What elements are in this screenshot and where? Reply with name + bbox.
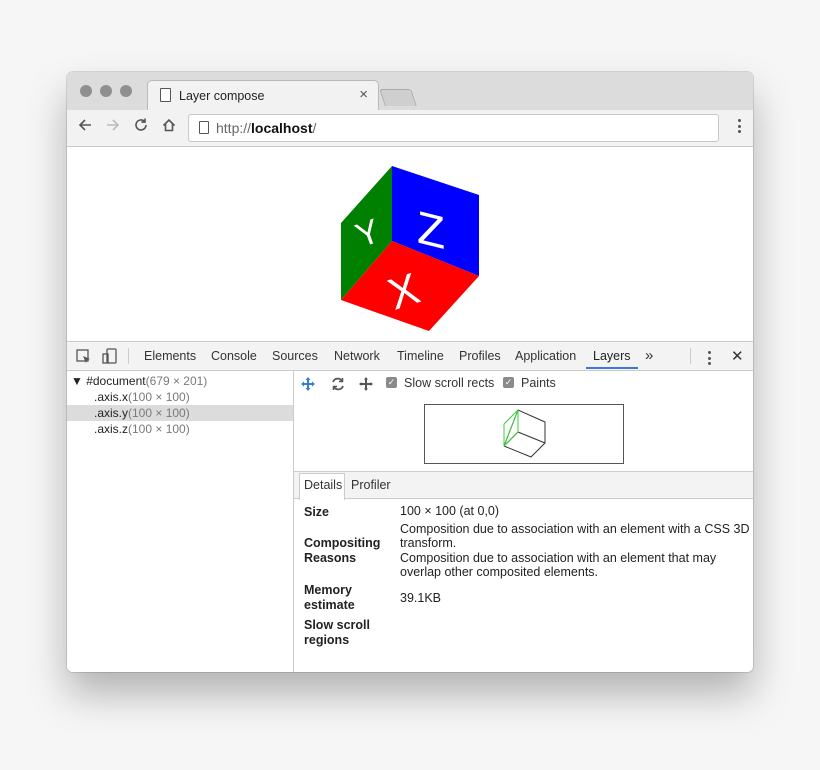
- layer-tree-item[interactable]: ▼ #document(679 × 201): [67, 373, 297, 389]
- page-icon: [199, 121, 209, 134]
- kebab-menu-icon[interactable]: [738, 119, 741, 136]
- active-tab-indicator: [586, 367, 638, 369]
- reload-button[interactable]: [133, 117, 149, 138]
- home-button[interactable]: [161, 117, 177, 138]
- devtools-tab-bar: Elements Console Sources Network Timelin…: [67, 342, 753, 371]
- url-host: localhost: [251, 120, 313, 136]
- home-icon: [162, 118, 176, 132]
- toolbar-divider: [690, 348, 691, 364]
- slow-scroll-rects-checkbox[interactable]: ✓: [386, 377, 397, 388]
- tab-elements[interactable]: Elements: [144, 349, 196, 363]
- zoom-window-icon[interactable]: [120, 85, 132, 97]
- rotate-mode-icon[interactable]: [330, 376, 346, 397]
- address-bar[interactable]: http://localhost/: [188, 114, 719, 142]
- arrow-left-icon: [78, 119, 91, 131]
- inspect-element-icon[interactable]: [76, 349, 91, 369]
- compositing-reason-text: Composition due to association with an e…: [400, 522, 750, 536]
- memory-estimate-label: estimate: [304, 598, 355, 612]
- layer-tree-item[interactable]: .axis.x(100 × 100): [67, 389, 293, 405]
- tab-sources[interactable]: Sources: [272, 349, 318, 363]
- tab-console[interactable]: Console: [211, 349, 257, 363]
- forward-button[interactable]: [105, 117, 121, 138]
- paints-checkbox[interactable]: ✓: [503, 377, 514, 388]
- devtools-close-icon[interactable]: ✕: [731, 347, 744, 365]
- layer-name: .axis.y: [94, 406, 129, 420]
- tab-details[interactable]: Details: [304, 478, 342, 492]
- device-toolbar-icon[interactable]: [102, 348, 118, 369]
- layer-name: .axis.x: [94, 390, 129, 404]
- details-tab-bar: Details Profiler: [294, 472, 753, 500]
- cube-label-z: Z: [417, 201, 445, 259]
- page-icon: [160, 88, 171, 102]
- reset-transform-icon[interactable]: [358, 376, 374, 397]
- tab-application[interactable]: Application: [515, 349, 576, 363]
- cube-canvas: Y Z X: [341, 166, 479, 331]
- slow-scroll-rects-label: Slow scroll rects: [404, 376, 495, 390]
- reload-icon: [135, 118, 147, 131]
- browser-window: Layer compose × http://localhost/ Y Z X …: [67, 72, 753, 672]
- layer-size: (679 × 201): [145, 374, 208, 388]
- layers-view: ✓ Slow scroll rects ✓ Paints Details Pro…: [294, 371, 753, 672]
- url-scheme: http://: [216, 120, 252, 136]
- memory-estimate-label: Memory: [304, 583, 352, 597]
- tab-layers[interactable]: Layers: [593, 349, 631, 363]
- layers-toolbar: ✓ Slow scroll rects ✓ Paints: [294, 371, 753, 397]
- layer-tree-item[interactable]: .axis.z(100 × 100): [67, 421, 293, 437]
- tab-network[interactable]: Network: [334, 349, 380, 363]
- layer-size: (100 × 100): [128, 422, 190, 436]
- layer-tree-item-selected[interactable]: .axis.y(100 × 100): [67, 405, 293, 421]
- page-viewport: Y Z X: [67, 147, 753, 341]
- paints-label: Paints: [521, 376, 556, 390]
- layer-size: (100 × 100): [128, 390, 190, 404]
- layer-wireframe: [503, 409, 546, 458]
- compositing-reasons-label: Compositing: [304, 536, 381, 550]
- compositing-reason-text: Composition due to association with an e…: [400, 551, 717, 565]
- pan-mode-icon[interactable]: [300, 376, 316, 397]
- title-bar: Layer compose ×: [67, 72, 753, 111]
- slow-scroll-regions-label: regions: [304, 633, 350, 647]
- layer-name: ▼ #document: [71, 374, 146, 388]
- new-tab-button[interactable]: [379, 89, 417, 106]
- close-window-icon[interactable]: [80, 85, 92, 97]
- tab-close-icon[interactable]: ×: [359, 86, 368, 103]
- compositing-reason-text: overlap other composited elements.: [400, 565, 599, 579]
- toolbar-divider: [128, 348, 129, 364]
- layer-tree: ▼ #document(679 × 201) .axis.x(100 × 100…: [67, 371, 294, 672]
- layer-size: (100 × 100): [128, 406, 190, 420]
- browser-toolbar: http://localhost/: [67, 110, 753, 147]
- slow-scroll-regions-label: Slow scroll: [304, 618, 370, 632]
- memory-estimate-value: 39.1KB: [400, 591, 442, 605]
- url-text[interactable]: http://localhost/: [216, 120, 316, 136]
- compositing-reasons-label: Reasons: [304, 551, 357, 565]
- more-tabs-button[interactable]: »: [645, 347, 653, 364]
- devtools-panel: Elements Console Sources Network Timelin…: [67, 341, 753, 672]
- size-value: 100 × 100 (at 0,0): [400, 504, 500, 518]
- minimize-window-icon[interactable]: [100, 85, 112, 97]
- url-path: /: [312, 120, 317, 136]
- compositing-reason-text: transform.: [400, 536, 457, 550]
- tab-timeline[interactable]: Timeline: [397, 349, 444, 363]
- tab-profiles[interactable]: Profiles: [459, 349, 501, 363]
- layer-name: .axis.z: [94, 422, 129, 436]
- arrow-right-icon: [107, 119, 120, 131]
- devtools-menu-icon[interactable]: [708, 351, 711, 368]
- tab-title: Layer compose: [179, 89, 265, 103]
- back-button[interactable]: [77, 117, 93, 138]
- tab-profiler[interactable]: Profiler: [351, 478, 391, 492]
- browser-tab[interactable]: Layer compose ×: [147, 80, 379, 111]
- size-label: Size: [304, 505, 330, 519]
- layer-details: Details Profiler Size 100 × 100 (at 0,0)…: [294, 471, 753, 672]
- layers-3d-preview[interactable]: [424, 404, 624, 464]
